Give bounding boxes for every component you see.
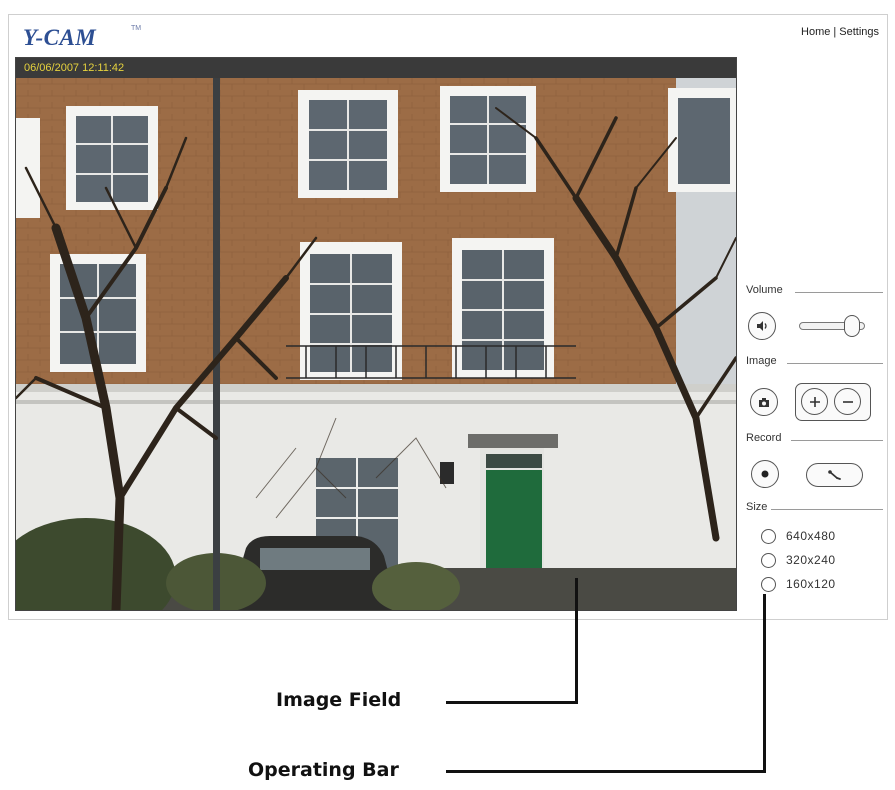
size-option-320x240: 320x240 [786, 553, 836, 567]
record-label: Record [746, 432, 782, 444]
volume-label: Volume [746, 284, 783, 296]
size-divider [771, 509, 883, 510]
image-field-callout-line [446, 701, 578, 704]
operating-bar-callout-leader [763, 594, 766, 773]
image-field-callout: Image Field [276, 689, 402, 711]
size-option-160x120: 160x120 [786, 577, 836, 591]
image-field: 06/06/2007 12:11:42 [15, 57, 737, 611]
minus-icon [842, 400, 853, 403]
snapshot-button[interactable] [750, 388, 778, 416]
home-link[interactable]: Home [801, 26, 830, 38]
zoom-out-button[interactable] [834, 388, 861, 415]
size-radio-640x480[interactable] [761, 529, 776, 544]
record-divider [791, 440, 883, 441]
top-navigation: Home | Settings [801, 26, 879, 38]
plus-icon [809, 396, 820, 407]
size-radio-160x120[interactable] [761, 577, 776, 592]
image-field-callout-leader [575, 578, 578, 704]
record-settings-button[interactable] [806, 463, 863, 487]
ycam-logo: Y-CAM [23, 25, 97, 50]
record-dot-icon [761, 470, 769, 478]
mute-button[interactable] [748, 312, 776, 340]
image-label: Image [746, 355, 777, 367]
operating-bar-callout: Operating Bar [248, 759, 399, 781]
logo-trademark: TM [131, 25, 142, 32]
operating-bar-callout-line [446, 770, 766, 773]
record-button[interactable] [751, 460, 779, 488]
zoom-button-group [795, 383, 871, 421]
timestamp-bar: 06/06/2007 12:11:42 [16, 58, 736, 78]
speaker-icon [757, 321, 767, 331]
application-window: Y-CAM TM Home | Settings 06/06/2007 12:11:… [8, 14, 888, 620]
wrench-icon [827, 470, 841, 480]
size-option-640x480: 640x480 [786, 529, 836, 543]
zoom-in-button[interactable] [801, 388, 828, 415]
timestamp: 06/06/2007 12:11:42 [24, 62, 125, 74]
settings-link[interactable]: Settings [839, 26, 879, 38]
size-label: Size [746, 501, 768, 513]
size-radio-320x240[interactable] [761, 553, 776, 568]
nav-separator: | [833, 26, 837, 38]
volume-slider-knob[interactable] [844, 315, 860, 337]
volume-divider [795, 292, 883, 293]
camera-icon [759, 398, 769, 407]
image-divider [787, 363, 883, 364]
camera-live-image [16, 78, 736, 610]
